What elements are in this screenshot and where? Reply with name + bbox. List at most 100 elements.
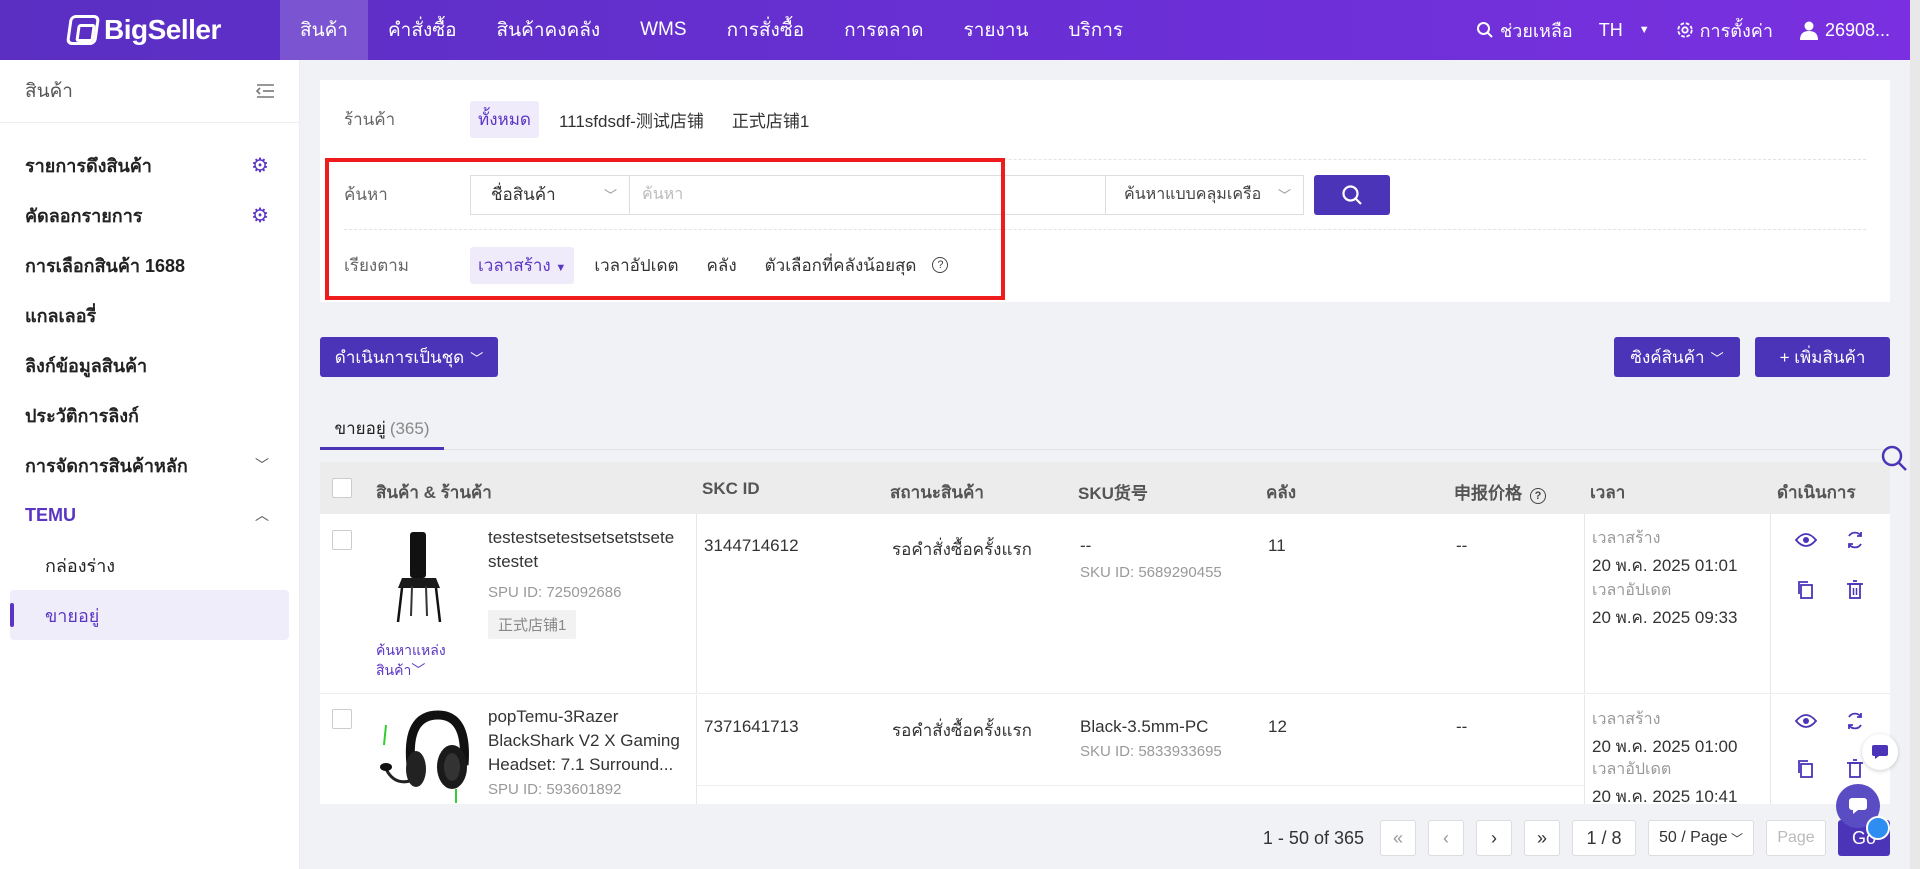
brand-logo[interactable]: BigSeller	[0, 0, 280, 60]
sidebar-item-gallery[interactable]: แกลเลอรี่	[0, 290, 299, 340]
sidebar-item-product-links[interactable]: ลิงก์ข้อมูลสินค้า	[0, 340, 299, 390]
sidebar-item-link-history[interactable]: ประวัติการลิงก์	[0, 390, 299, 440]
copy-icon[interactable]	[1796, 759, 1814, 779]
nav-inventory[interactable]: สินค้าคงคลัง	[477, 0, 621, 60]
product-name[interactable]: popTemu-3Razer BlackShark V2 X Gaming He…	[488, 705, 686, 777]
user-menu[interactable]: 26908...	[1799, 20, 1890, 41]
chevron-down-icon: ﹀	[1730, 831, 1743, 846]
view-icon[interactable]	[1795, 713, 1817, 729]
tab-count: (365)	[389, 418, 430, 438]
select-all-checkbox[interactable]	[332, 478, 352, 498]
collapse-menu-icon[interactable]	[255, 83, 275, 99]
sidebar-item-copy-listing[interactable]: คัดลอกรายการ ⚙	[0, 190, 299, 240]
sidebar-item-label: TEMU	[25, 504, 76, 525]
chat-icon	[1872, 745, 1888, 759]
sync-icon[interactable]	[1845, 711, 1865, 731]
sidebar-item-pull-products[interactable]: รายการดึงสินค้า ⚙	[0, 140, 299, 190]
batch-actions-button[interactable]: ดำเนินการเป็นชุด ﹀	[320, 337, 498, 377]
status-tabs: ขายอยู่ (365)	[320, 410, 1890, 450]
chair-image	[396, 532, 442, 623]
language-select[interactable]: TH ▼	[1599, 20, 1650, 41]
search-button[interactable]	[1314, 174, 1390, 215]
copy-icon[interactable]	[1796, 580, 1814, 600]
page-size-select[interactable]: 50 / Page ﹀	[1648, 820, 1754, 856]
search-mode-select[interactable]: ค้นหาแบบคลุมเครือ ﹀	[1106, 174, 1304, 215]
nav-marketing[interactable]: การตลาด	[824, 0, 943, 60]
help-icon[interactable]: ?	[1530, 488, 1546, 504]
tab-label: ขายอยู่	[334, 419, 386, 438]
product-thumbnail[interactable]	[392, 528, 444, 624]
top-navbar: BigSeller สินค้า คำสั่งซื้อ สินค้าคงคลัง…	[0, 0, 1920, 60]
scrollbar[interactable]	[1910, 0, 1920, 869]
user-icon	[1799, 21, 1818, 40]
add-product-label: + เพิ่มสินค้า	[1779, 347, 1866, 367]
delete-icon[interactable]	[1846, 580, 1864, 600]
delete-icon[interactable]	[1846, 759, 1864, 779]
last-page-button[interactable]: »	[1524, 820, 1560, 856]
feedback-button[interactable]	[1862, 734, 1898, 770]
sidebar-item-label: ประวัติการลิงก์	[25, 405, 139, 426]
add-product-button[interactable]: + เพิ่มสินค้า	[1755, 337, 1890, 377]
language-label: TH	[1598, 19, 1623, 40]
spu-id: SPU ID: 593601892	[488, 781, 622, 798]
prev-page-button[interactable]: ‹	[1428, 820, 1464, 856]
shop-chip[interactable]: 正式店铺1	[724, 102, 817, 137]
sku-code: Black-3.5mm-PC	[1080, 717, 1209, 736]
find-source-link[interactable]: ค้นหาแหล่งสินค้า﹀	[376, 640, 464, 680]
double-chevron-right-icon: »	[1536, 827, 1547, 848]
nav-products[interactable]: สินค้า	[280, 0, 368, 60]
col-declared-price-label: 申报价格	[1454, 484, 1522, 503]
sidebar-item-temu[interactable]: TEMU ︿	[0, 490, 299, 540]
nav-services[interactable]: บริการ	[1048, 0, 1143, 60]
main-nav: สินค้า คำสั่งซื้อ สินค้าคงคลัง WMS การสั…	[280, 0, 1143, 60]
search-icon[interactable]	[1880, 444, 1908, 472]
sidebar-item-label: แกลเลอรี่	[25, 305, 97, 326]
shop-chip[interactable]: 111sfdsdf-测试店铺	[551, 102, 712, 137]
declared-price: --	[1456, 717, 1468, 736]
col-declared-price: 申报价格?	[1454, 479, 1546, 504]
sync-icon[interactable]	[1845, 530, 1865, 550]
row-divider	[1584, 695, 1585, 804]
product-thumbnail[interactable]	[376, 705, 476, 804]
declared-price: --	[1456, 536, 1468, 555]
table-row: popTemu-3Razer BlackShark V2 X Gaming He…	[320, 695, 1890, 804]
table-header: สินค้า & ร้านค้า SKC ID สถานะสินค้า SKU货…	[320, 462, 1890, 514]
nav-purchase[interactable]: การสั่งซื้อ	[707, 0, 825, 60]
col-skc-id: SKC ID	[702, 479, 760, 498]
sidebar-sub-drafts[interactable]: กล่องร่าง	[0, 540, 299, 590]
chevron-down-icon: ﹀	[1710, 350, 1724, 366]
settings-link[interactable]: การตั้งค่า	[1676, 16, 1773, 45]
gear-icon[interactable]: ⚙	[251, 203, 269, 228]
col-status: สถานะสินค้า	[890, 483, 984, 502]
shop-chip-all[interactable]: ทั้งหมด	[470, 101, 539, 138]
highlight-box	[325, 158, 1005, 300]
first-page-button[interactable]: «	[1380, 820, 1416, 856]
page-jump-placeholder: Page	[1777, 829, 1815, 846]
smile-icon	[1866, 816, 1890, 840]
search-icon	[1477, 22, 1493, 38]
product-status: รอคำสั่งซื้อครั้งแรก	[892, 721, 1032, 740]
search-mode-value: ค้นหาแบบคลุมเครือ	[1124, 186, 1262, 203]
row-checbox[interactable]	[332, 709, 352, 729]
updated-label: เวลาอัปเดต	[1592, 761, 1672, 778]
next-page-button[interactable]: ›	[1476, 820, 1512, 856]
stock-value: 12	[1268, 717, 1287, 736]
row-checkbox[interactable]	[332, 530, 352, 550]
chevron-left-icon: ‹	[1443, 827, 1449, 848]
nav-orders[interactable]: คำสั่งซื้อ	[368, 0, 477, 60]
product-name[interactable]: testestsetestsetsetstsete stestet	[488, 526, 684, 574]
page-size-value: 50 / Page	[1659, 829, 1728, 846]
sidebar-item-master-products[interactable]: การจัดการสินค้าหลัก ﹀	[0, 440, 299, 490]
gear-icon[interactable]: ⚙	[251, 153, 269, 178]
shop-filter-label: ร้านค้า	[344, 110, 396, 129]
sync-products-button[interactable]: ซิงค์สินค้า ﹀	[1614, 337, 1740, 377]
help-link[interactable]: ช่วยเหลือ	[1476, 16, 1573, 45]
page-jump-input[interactable]: Page	[1766, 820, 1826, 856]
sidebar-item-1688[interactable]: การเลือกสินค้า 1688	[0, 240, 299, 290]
gear-icon	[1676, 22, 1693, 38]
nav-reports[interactable]: รายงาน	[944, 0, 1049, 60]
tab-on-sale[interactable]: ขายอยู่ (365)	[320, 410, 444, 450]
nav-wms[interactable]: WMS	[620, 0, 706, 60]
sidebar-sub-on-sale[interactable]: ขายอยู่	[10, 590, 289, 640]
view-icon[interactable]	[1795, 532, 1817, 548]
